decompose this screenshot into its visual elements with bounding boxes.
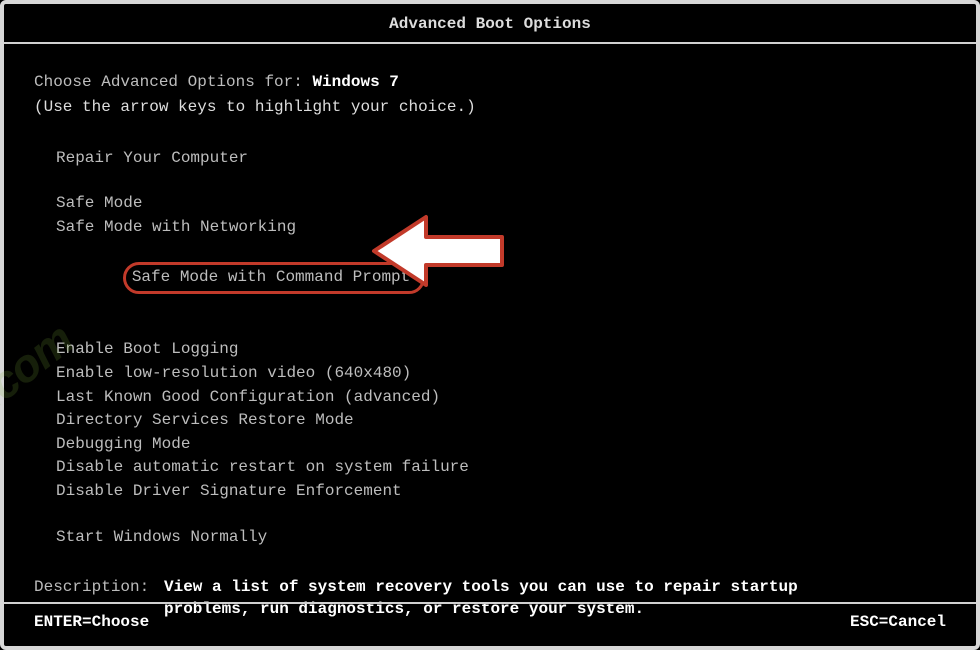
- boot-content: Choose Advanced Options for: Windows 7 (…: [4, 44, 976, 621]
- menu-item-boot-logging[interactable]: Enable Boot Logging: [56, 338, 946, 362]
- menu-item-debug[interactable]: Debugging Mode: [56, 433, 946, 457]
- choose-for-prefix: Choose Advanced Options for:: [34, 73, 312, 91]
- menu-item-start-normal[interactable]: Start Windows Normally: [56, 526, 946, 550]
- menu-item-safe-mode[interactable]: Safe Mode: [56, 192, 946, 216]
- menu-item-safe-mode-net[interactable]: Safe Mode with Networking: [56, 216, 946, 240]
- menu-group-safemode: Safe Mode Safe Mode with Networking Safe…: [56, 192, 946, 316]
- menu-item-safe-mode-cmd-wrapper: Safe Mode with Command Prompt: [56, 240, 946, 317]
- menu-group-repair: Repair Your Computer: [56, 147, 946, 171]
- os-name: Windows 7: [312, 73, 398, 91]
- footer-hotkeys: ENTER=Choose ESC=Cancel: [4, 602, 976, 646]
- menu-item-repair[interactable]: Repair Your Computer: [56, 147, 946, 171]
- menu-group-advanced: Enable Boot Logging Enable low-resolutio…: [56, 338, 946, 503]
- choose-for-line: Choose Advanced Options for: Windows 7: [34, 72, 946, 94]
- arrow-keys-hint: (Use the arrow keys to highlight your ch…: [34, 97, 946, 119]
- hotkey-esc: ESC=Cancel: [850, 612, 946, 634]
- menu-item-lkg[interactable]: Last Known Good Configuration (advanced): [56, 386, 946, 410]
- menu-item-no-driver-sig[interactable]: Disable Driver Signature Enforcement: [56, 480, 946, 504]
- menu-item-low-res[interactable]: Enable low-resolution video (640x480): [56, 362, 946, 386]
- hotkey-enter: ENTER=Choose: [34, 612, 149, 634]
- menu-item-no-auto-restart[interactable]: Disable automatic restart on system fail…: [56, 456, 946, 480]
- page-title: Advanced Boot Options: [4, 4, 976, 44]
- boot-menu[interactable]: Repair Your Computer Safe Mode Safe Mode…: [34, 147, 946, 549]
- menu-group-normal: Start Windows Normally: [56, 526, 946, 550]
- menu-item-ds-restore[interactable]: Directory Services Restore Mode: [56, 409, 946, 433]
- menu-item-safe-mode-cmd[interactable]: Safe Mode with Command Prompt: [123, 262, 425, 294]
